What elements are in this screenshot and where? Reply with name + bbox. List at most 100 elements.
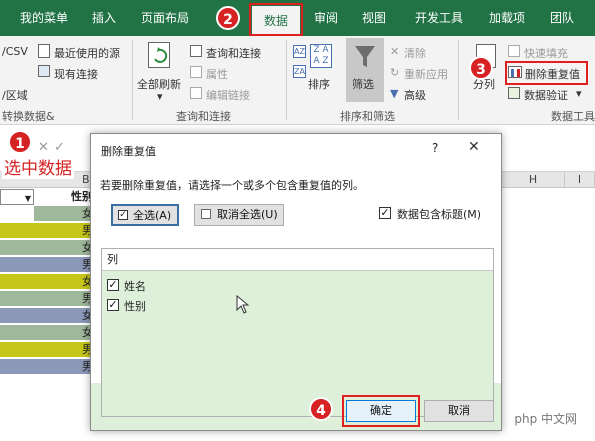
properties-button[interactable]: 属性: [206, 66, 228, 82]
column-checkbox-gender[interactable]: ✓: [107, 299, 119, 311]
column-header-h[interactable]: H: [502, 172, 565, 188]
edit-links-icon: [190, 87, 202, 99]
sort-button[interactable]: 排序: [308, 76, 330, 92]
column-header-i[interactable]: I: [565, 172, 595, 188]
table-cell[interactable]: 男: [34, 359, 95, 375]
table-cell[interactable]: 男: [34, 223, 95, 239]
row-cell[interactable]: [0, 291, 34, 307]
step-badge-4: 4: [309, 397, 333, 421]
remove-duplicates-dialog: 删除重复值 ? ✕ 若要删除重复值，请选择一个或多个包含重复值的列。 ✓ 全选(…: [90, 133, 502, 431]
table-cell[interactable]: 女: [34, 308, 95, 324]
tab-my-menu[interactable]: 我的菜单: [8, 0, 80, 36]
row-cell[interactable]: [0, 308, 34, 324]
row-cell[interactable]: [0, 342, 34, 358]
cancel-button[interactable]: 取消: [424, 400, 494, 422]
column-label-gender: 性别: [124, 300, 146, 313]
edit-links-button[interactable]: 编辑链接: [206, 87, 250, 103]
select-all-button[interactable]: ✓ 全选(A): [111, 204, 179, 226]
select-all-icon: ✓: [118, 210, 128, 220]
watermark: php 中文网: [514, 412, 577, 426]
row-cell[interactable]: [0, 359, 34, 375]
sort-az-icon[interactable]: AZ: [293, 45, 306, 58]
group-data-tools: 数据工具: [551, 110, 595, 123]
table-cell[interactable]: 男: [34, 257, 95, 273]
dialog-instruction: 若要删除重复值，请选择一个或多个包含重复值的列。: [100, 179, 364, 192]
filter-label: 筛选: [352, 78, 374, 91]
dialog-title: 删除重复值: [101, 145, 156, 158]
help-button[interactable]: ?: [432, 141, 438, 155]
row-cell[interactable]: [0, 206, 34, 222]
data-validation-icon: [508, 87, 520, 99]
tab-review[interactable]: 审阅: [306, 0, 346, 36]
table-cell[interactable]: 女: [34, 325, 95, 341]
close-button[interactable]: ✕: [468, 139, 480, 155]
header-cell-gender[interactable]: 性别: [34, 189, 95, 205]
separator: [132, 40, 133, 120]
queries-icon: [190, 45, 202, 57]
highlight-data-tab: [249, 3, 303, 36]
row-cell[interactable]: [0, 325, 34, 341]
column-list[interactable]: 列 ✓ 姓名 ✓ 性别: [101, 248, 494, 417]
data-validation-button[interactable]: 数据验证: [524, 87, 568, 103]
advanced-filter-button[interactable]: 高级: [404, 87, 426, 103]
reapply-icon: ↻: [390, 66, 400, 79]
properties-icon: [190, 66, 202, 78]
table-cell[interactable]: 女: [34, 206, 95, 222]
table-cell[interactable]: 男: [34, 342, 95, 358]
row-cell[interactable]: [0, 223, 34, 239]
tab-team[interactable]: 团队: [542, 0, 582, 36]
unselect-all-button[interactable]: 取消全选(U): [194, 204, 284, 226]
reapply-button[interactable]: 重新应用: [404, 66, 448, 82]
step-badge-3: 3: [469, 56, 493, 80]
tab-addins[interactable]: 加载项: [478, 0, 536, 36]
has-header-label: 数据包含标题(M): [397, 208, 482, 221]
cancel-formula-icon[interactable]: ✕: [38, 140, 49, 155]
has-header-checkbox[interactable]: ✓: [379, 207, 391, 219]
column-list-header: 列: [102, 249, 493, 271]
step-badge-2: 2: [216, 6, 240, 30]
table-cell[interactable]: 女: [34, 274, 95, 290]
sort-za-icon[interactable]: ZA: [293, 65, 306, 78]
recent-sources-icon: [38, 44, 50, 58]
row-cell[interactable]: [0, 240, 34, 256]
tab-insert[interactable]: 插入: [84, 0, 124, 36]
select-data-annotation: 选中数据: [2, 154, 74, 179]
from-range-button[interactable]: /区域: [2, 87, 28, 103]
clear-filter-icon: ✕: [390, 45, 400, 58]
row-cell[interactable]: [0, 274, 34, 290]
existing-connections-button[interactable]: 现有连接: [54, 66, 98, 82]
flash-fill-button[interactable]: 快速填充: [524, 45, 568, 61]
from-csv-button[interactable]: /CSV: [2, 45, 28, 58]
tab-view[interactable]: 视图: [354, 0, 394, 36]
table-cell[interactable]: 女: [34, 240, 95, 256]
filter-button[interactable]: 筛选: [346, 38, 384, 102]
highlight-remove-duplicates: [505, 61, 588, 85]
refresh-dropdown-icon[interactable]: ▾: [157, 90, 163, 103]
unselect-all-icon: [201, 209, 211, 219]
queries-connections-button[interactable]: 查询和连接: [206, 45, 261, 61]
advanced-filter-icon: ▼: [390, 87, 399, 100]
filter-dropdown[interactable]: ▼: [0, 189, 34, 205]
tab-developer[interactable]: 开发工具: [404, 0, 474, 36]
group-get-transform: 转换数据&: [2, 110, 55, 123]
step-badge-1: 1: [8, 130, 32, 154]
validation-dropdown-icon[interactable]: ▾: [576, 87, 582, 100]
column-label-name: 姓名: [124, 280, 146, 293]
existing-connections-icon: [38, 65, 50, 77]
group-queries-connections: 查询和连接: [176, 110, 231, 123]
highlight-ok-button: [342, 395, 420, 427]
refresh-all-icon: [148, 42, 170, 68]
table-cell[interactable]: 男: [34, 291, 95, 307]
clear-filter-button[interactable]: 清除: [404, 45, 426, 61]
flash-fill-icon: [508, 45, 520, 57]
confirm-formula-icon[interactable]: ✓: [54, 140, 65, 155]
group-sort-filter: 排序和筛选: [340, 110, 395, 123]
column-checkbox-name[interactable]: ✓: [107, 279, 119, 291]
row-cell[interactable]: [0, 257, 34, 273]
separator: [458, 40, 459, 120]
tab-page-layout[interactable]: 页面布局: [132, 0, 198, 36]
mouse-cursor-icon: [236, 295, 250, 314]
sort-dialog-icon: Z AA Z: [310, 44, 332, 68]
separator: [286, 40, 287, 120]
recent-sources-button[interactable]: 最近使用的源: [54, 45, 120, 61]
